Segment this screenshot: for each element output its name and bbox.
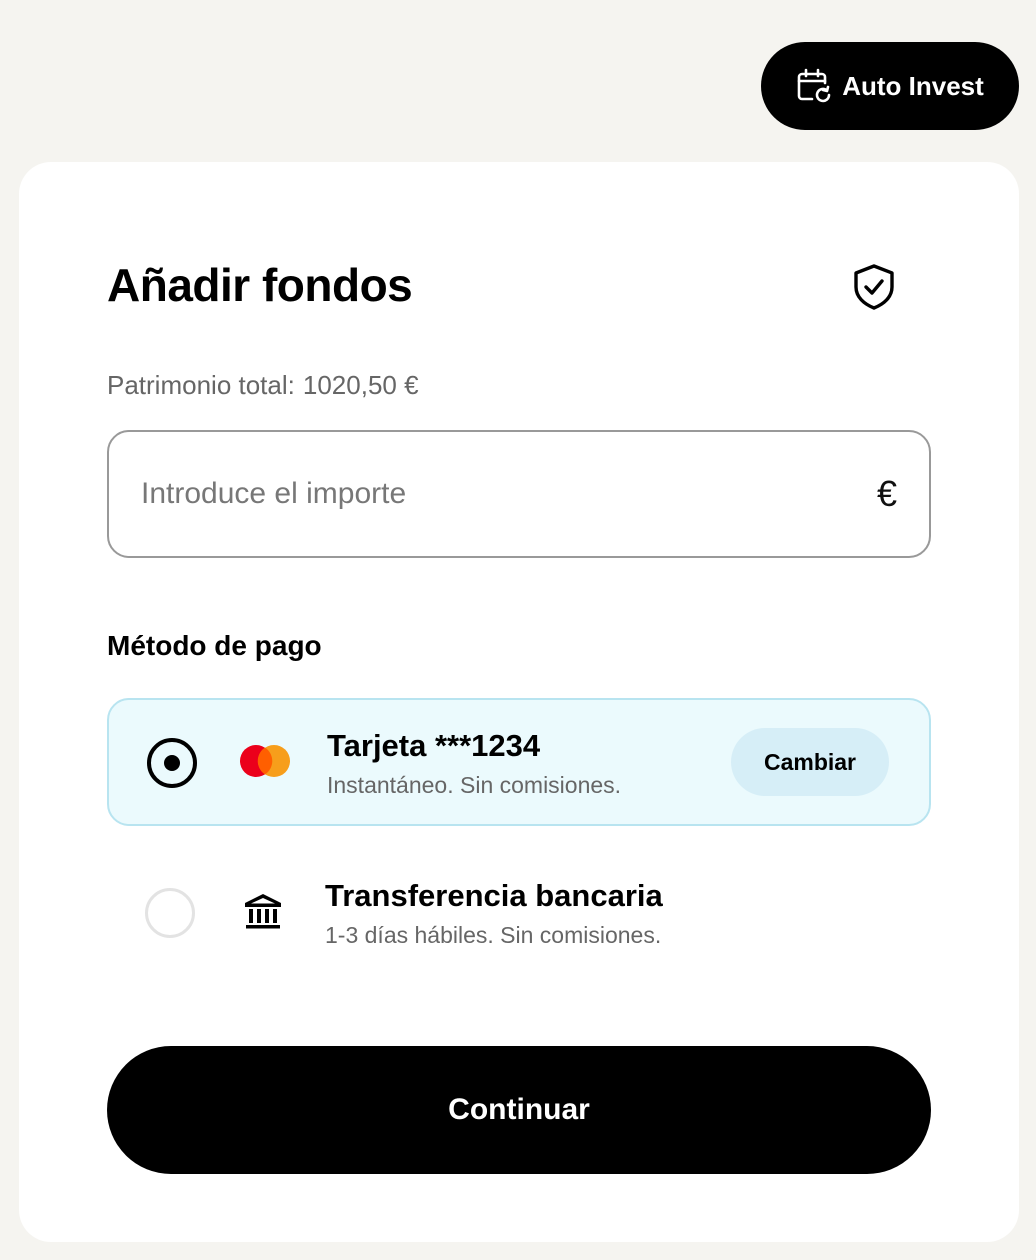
payment-option-text: Transferencia bancaria 1-3 días hábiles.…: [325, 878, 663, 949]
mastercard-icon: [240, 745, 290, 777]
payment-option-title: Tarjeta ***1234: [327, 728, 541, 763]
total-wealth-label: Patrimonio total:: [107, 370, 295, 400]
radio-selected[interactable]: [147, 738, 197, 788]
calendar-refresh-icon: [797, 68, 831, 103]
total-wealth: Patrimonio total: 1020,50 €: [107, 370, 419, 401]
radio-unselected[interactable]: [145, 888, 195, 938]
continue-button[interactable]: Continuar: [107, 1046, 931, 1174]
amount-field[interactable]: €: [107, 430, 931, 558]
auto-invest-button[interactable]: Auto Invest: [761, 42, 1019, 130]
amount-input[interactable]: [141, 477, 877, 511]
payment-option-subtitle: Instantáneo. Sin comisiones.: [327, 772, 622, 798]
total-wealth-value: 1020,50 €: [302, 370, 419, 400]
payment-option-title: Transferencia bancaria: [325, 878, 663, 913]
payment-option-card[interactable]: Tarjeta ***1234 Instantáneo. Sin comisio…: [107, 698, 931, 826]
bank-icon: [245, 894, 281, 929]
euro-currency-icon: €: [876, 473, 897, 514]
shield-check-icon[interactable]: [851, 263, 897, 311]
payment-method-heading: Método de pago: [107, 630, 322, 661]
page-title: Añadir fondos: [107, 259, 413, 311]
page: Auto Invest Añadir fondos Patrimonio tot…: [0, 0, 1036, 1260]
payment-option-text: Tarjeta ***1234 Instantáneo. Sin comisio…: [327, 728, 621, 799]
add-funds-card: Añadir fondos Patrimonio total: 1020,50 …: [19, 162, 1019, 1242]
auto-invest-label: Auto Invest: [842, 70, 984, 101]
change-card-button[interactable]: Cambiar: [731, 728, 889, 796]
payment-option-subtitle: 1-3 días hábiles. Sin comisiones.: [325, 922, 662, 948]
payment-option-bank-transfer[interactable]: Transferencia bancaria 1-3 días hábiles.…: [107, 850, 931, 978]
